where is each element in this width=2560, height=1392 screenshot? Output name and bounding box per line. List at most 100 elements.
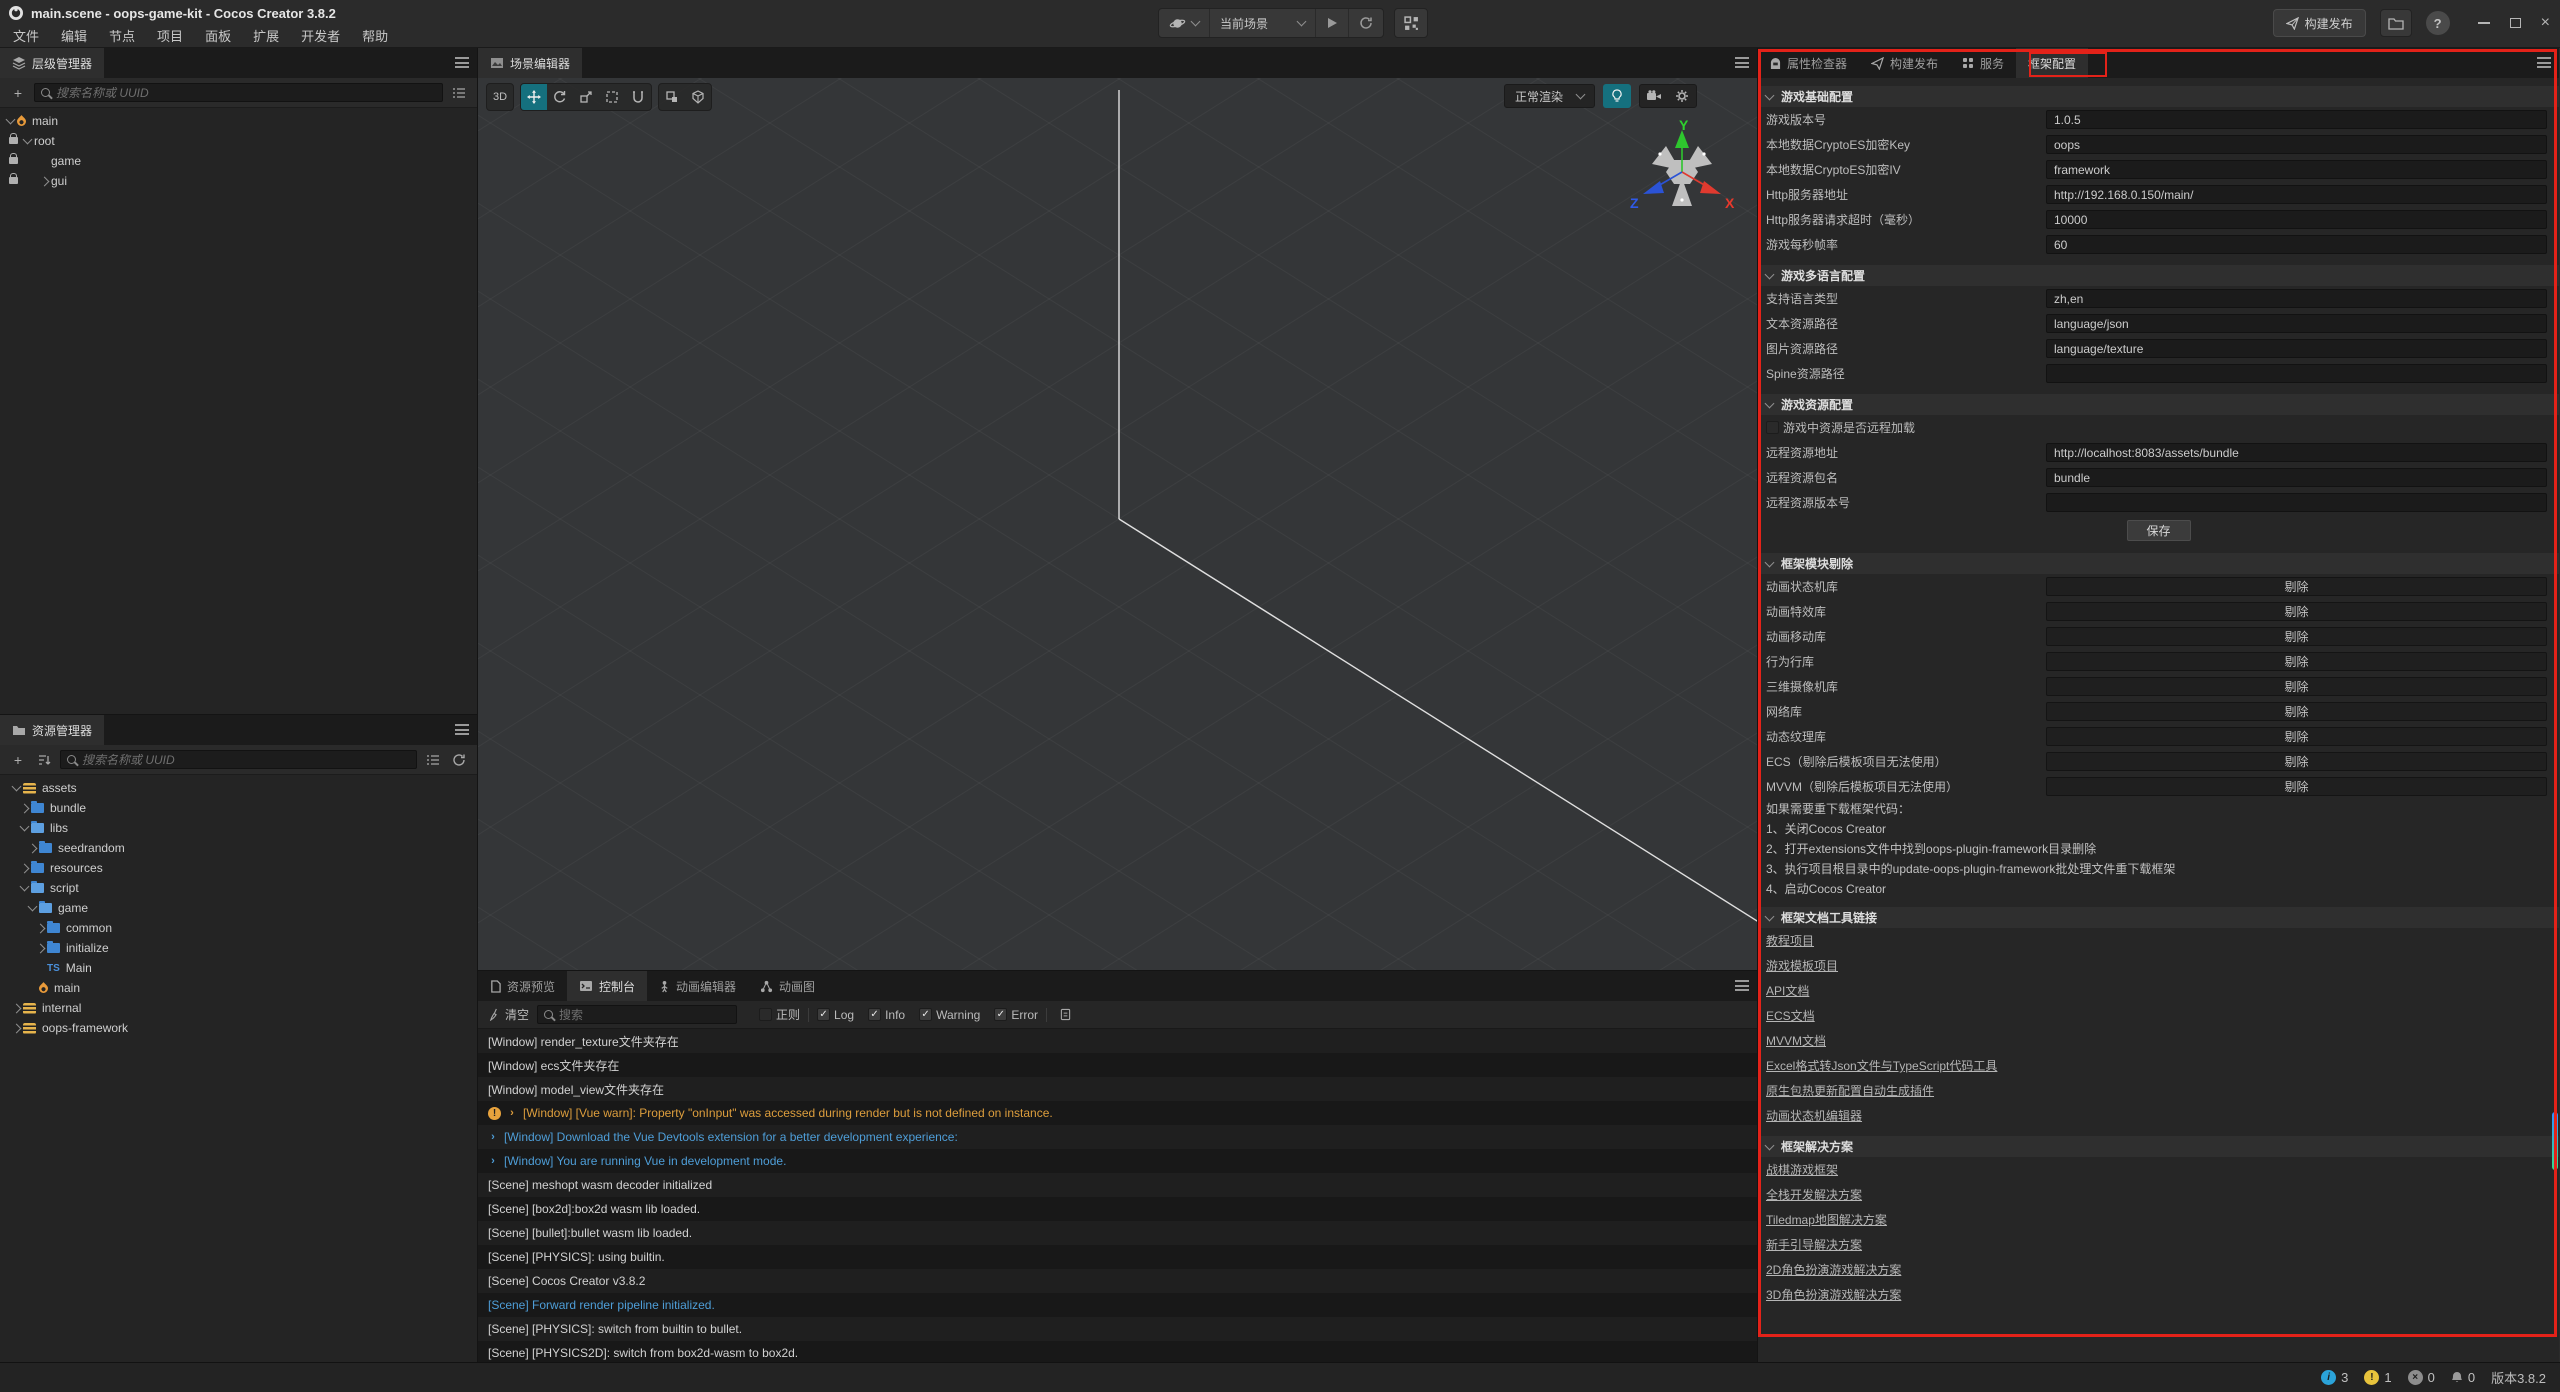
tab-动画编辑器[interactable]: 动画编辑器 <box>647 971 748 1001</box>
tab-构建发布[interactable]: 构建发布 <box>1859 48 1950 78</box>
hierarchy-menu-icon[interactable] <box>455 57 469 68</box>
expand-arrow-icon[interactable] <box>10 1025 23 1032</box>
axis-gizmo[interactable]: Y X Z <box>1622 120 1742 230</box>
trim-button[interactable]: 剔除 <box>2046 727 2547 746</box>
tab-hierarchy[interactable]: 层级管理器 <box>0 48 104 78</box>
field-input-远程资源版本号[interactable] <box>2046 493 2547 512</box>
sort-assets-icon[interactable] <box>34 750 54 770</box>
link-动画状态机编辑器[interactable]: 动画状态机编辑器 <box>1766 1107 1862 1124</box>
hierarchy-search[interactable] <box>34 83 443 102</box>
field-input-文本资源路径[interactable] <box>2046 314 2547 333</box>
snap-tool-button[interactable] <box>659 84 685 110</box>
tree-node-main[interactable]: main <box>0 111 477 131</box>
add-asset-button[interactable]: + <box>8 750 28 770</box>
menu-1[interactable]: 编辑 <box>50 26 98 48</box>
log-row[interactable]: [Window] render_texture文件夹存在 <box>478 1029 1757 1053</box>
restart-button[interactable] <box>1349 9 1383 37</box>
tree-node-Main[interactable]: TSMain <box>0 958 477 978</box>
trim-button[interactable]: 剔除 <box>2046 677 2547 696</box>
assets-search-input[interactable] <box>82 753 410 767</box>
preview-qr-button[interactable] <box>1394 8 1428 38</box>
tree-node-assets[interactable]: assets <box>0 778 477 798</box>
play-button[interactable] <box>1316 9 1349 37</box>
field-input-远程资源地址[interactable] <box>2046 443 2547 462</box>
link-原生包热更新配置自动生成插件[interactable]: 原生包热更新配置自动生成插件 <box>1766 1082 1934 1099</box>
log-row[interactable]: [Scene] [PHYSICS]: switch from builtin t… <box>478 1317 1757 1341</box>
link-Tiledmap地图解决方案[interactable]: Tiledmap地图解决方案 <box>1766 1211 1887 1228</box>
field-input-本地数据CryptoES加密Key[interactable] <box>2046 135 2547 154</box>
lighting-toggle-button[interactable] <box>1603 84 1631 108</box>
filter-error-checkbox[interactable]: ✓Error <box>994 1008 1038 1022</box>
section-header[interactable]: 框架解决方案 <box>1758 1136 2559 1157</box>
log-row[interactable]: !›[Window] [Vue warn]: Property "onInput… <box>478 1101 1757 1125</box>
rect-tool-button[interactable] <box>599 84 625 110</box>
ui-tool-button[interactable] <box>625 84 651 110</box>
assets-menu-icon[interactable] <box>455 724 469 735</box>
link-3D角色扮演游戏解决方案[interactable]: 3D角色扮演游戏解决方案 <box>1766 1286 1901 1303</box>
expand-arrow-icon[interactable] <box>38 178 51 185</box>
filter-log-checkbox[interactable]: ✓Log <box>817 1008 854 1022</box>
add-node-button[interactable]: + <box>8 83 28 103</box>
link-教程项目[interactable]: 教程项目 <box>1766 932 1814 949</box>
trim-button[interactable]: 剔除 <box>2046 702 2547 721</box>
scene-viewport[interactable]: 3D <box>478 78 1757 970</box>
tree-node-script[interactable]: script <box>0 878 477 898</box>
tree-node-main[interactable]: main <box>0 978 477 998</box>
help-button[interactable]: ? <box>2426 11 2450 35</box>
log-row[interactable]: [Scene] Cocos Creator v3.8.2 <box>478 1269 1757 1293</box>
trim-button[interactable]: 剔除 <box>2046 577 2547 596</box>
section-header[interactable]: 游戏资源配置 <box>1758 394 2559 415</box>
section-header[interactable]: 框架模块剔除 <box>1758 553 2559 574</box>
trim-button[interactable]: 剔除 <box>2046 752 2547 771</box>
rotate-tool-button[interactable] <box>547 84 573 110</box>
log-row[interactable]: [Window] model_view文件夹存在 <box>478 1077 1757 1101</box>
gizmo-y-label[interactable]: Y <box>1679 120 1689 133</box>
menu-3[interactable]: 项目 <box>146 26 194 48</box>
console-search[interactable] <box>537 1005 737 1024</box>
expand-arrow-icon[interactable] <box>18 826 31 830</box>
tab-assets[interactable]: 资源管理器 <box>0 715 104 745</box>
field-input-游戏每秒帧率[interactable] <box>2046 235 2547 254</box>
log-row[interactable]: [Window] ecs文件夹存在 <box>478 1053 1757 1077</box>
regex-checkbox[interactable]: ✓ 正则 <box>759 1006 800 1023</box>
tree-node-gui[interactable]: gui <box>0 171 477 191</box>
menu-4[interactable]: 面板 <box>194 26 242 48</box>
link-新手引导解决方案[interactable]: 新手引导解决方案 <box>1766 1236 1862 1253</box>
section-header[interactable]: 框架文档工具链接 <box>1758 907 2559 928</box>
tree-node-seedrandom[interactable]: seedrandom <box>0 838 477 858</box>
expand-arrow-icon[interactable]: › <box>507 1107 517 1119</box>
tree-node-game[interactable]: game <box>0 151 477 171</box>
status-warn[interactable]: !1 <box>2364 1370 2391 1385</box>
field-input-游戏版本号[interactable] <box>2046 110 2547 129</box>
trim-button[interactable]: 剔除 <box>2046 652 2547 671</box>
log-row[interactable]: [Scene] Forward render pipeline initiali… <box>478 1293 1757 1317</box>
trim-button[interactable]: 剔除 <box>2046 777 2547 796</box>
log-row[interactable]: [Scene] [PHYSICS]: using builtin. <box>478 1245 1757 1269</box>
section-header[interactable]: 游戏基础配置 <box>1758 86 2559 107</box>
assets-search[interactable] <box>60 750 417 769</box>
render-mode-dropdown[interactable]: 正常渲染 <box>1504 84 1595 108</box>
tree-node-resources[interactable]: resources <box>0 858 477 878</box>
link-Excel格式转Json文件与TypeScript代码工具[interactable]: Excel格式转Json文件与TypeScript代码工具 <box>1766 1057 1997 1074</box>
gizmo-x-label[interactable]: X <box>1725 195 1735 211</box>
menu-6[interactable]: 开发者 <box>290 26 351 48</box>
menu-7[interactable]: 帮助 <box>351 26 399 48</box>
save-button[interactable]: 保存 <box>2127 520 2191 541</box>
filter-warning-checkbox[interactable]: ✓Warning <box>919 1008 980 1022</box>
status-error[interactable]: ×0 <box>2408 1370 2435 1385</box>
tree-node-root[interactable]: root <box>0 131 477 151</box>
log-row[interactable]: [Scene] [bullet]:bullet wasm lib loaded. <box>478 1221 1757 1245</box>
filter-info-checkbox[interactable]: ✓Info <box>868 1008 905 1022</box>
field-input-远程资源包名[interactable] <box>2046 468 2547 487</box>
expand-arrow-icon[interactable] <box>18 865 31 872</box>
field-input-Http服务器地址[interactable] <box>2046 185 2547 204</box>
remote-load-checkbox[interactable]: ✓游戏中资源是否远程加载 <box>1766 419 1915 436</box>
assets-filter-icon[interactable] <box>423 750 443 770</box>
log-row[interactable]: [Scene] [box2d]:box2d wasm lib loaded. <box>478 1197 1757 1221</box>
hierarchy-filter-icon[interactable] <box>449 83 469 103</box>
inspector-menu-icon[interactable] <box>2537 57 2551 68</box>
expand-arrow-icon[interactable] <box>18 805 31 812</box>
tab-服务[interactable]: 服务 <box>1950 48 2016 78</box>
build-publish-button[interactable]: 构建发布 <box>2273 9 2366 37</box>
preview-platform-button[interactable] <box>1159 9 1210 37</box>
